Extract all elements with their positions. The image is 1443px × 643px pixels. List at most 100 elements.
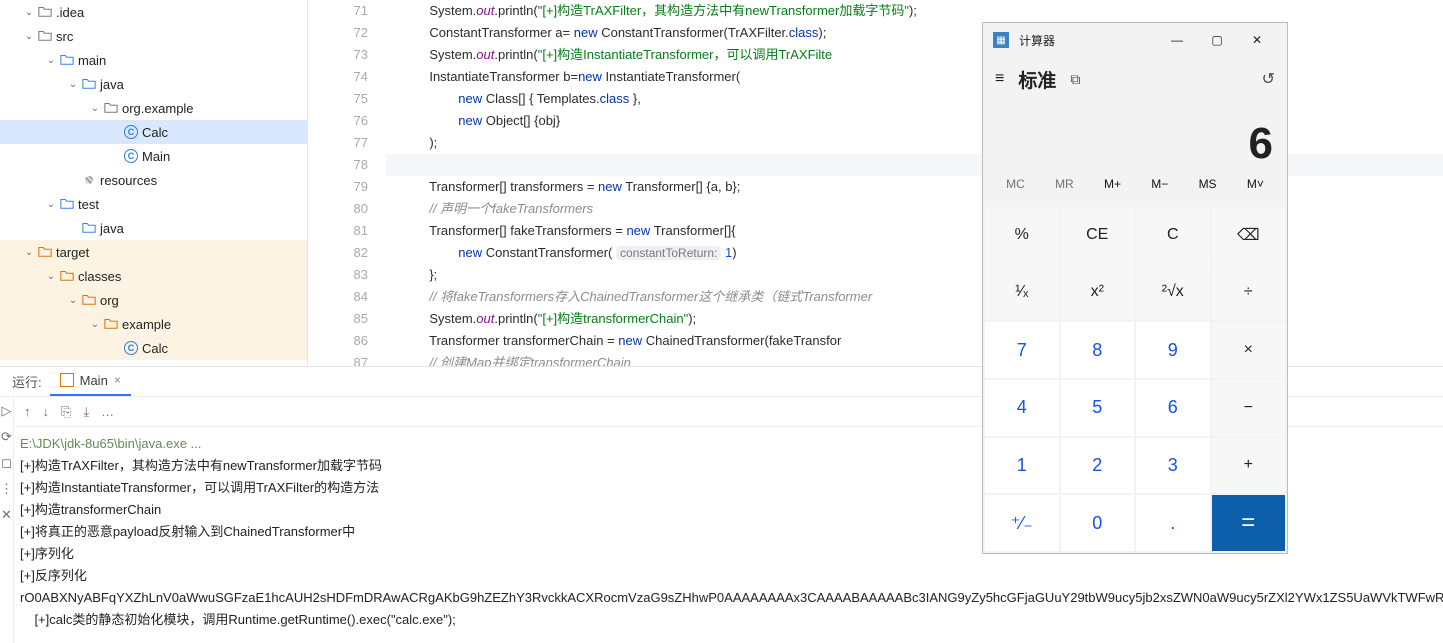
code-line-71[interactable]: System.out.println("[+]构造TrAXFilter，其构造方… xyxy=(386,0,1443,22)
close-button[interactable]: ✕ xyxy=(1237,25,1277,55)
chevron-icon[interactable]: ⌄ xyxy=(22,31,36,42)
tree-label: classes xyxy=(76,269,121,284)
calc-key-÷[interactable]: ÷ xyxy=(1212,265,1286,321)
calc-key-9[interactable]: 9 xyxy=(1136,322,1210,378)
keep-on-top-icon[interactable]: ⧉ xyxy=(1070,71,1080,88)
tool-strip-button[interactable]: ✕ xyxy=(1,507,12,523)
calc-key-3[interactable]: 3 xyxy=(1136,438,1210,494)
memory-m[interactable]: M˅ xyxy=(1247,177,1264,205)
tree-item-test[interactable]: ⌄ test xyxy=(0,192,307,216)
calc-key-%[interactable]: % xyxy=(985,207,1059,263)
tree-item-example[interactable]: ⌄ example xyxy=(0,312,307,336)
tool-strip-button[interactable]: ⟳ xyxy=(1,429,12,445)
class-icon: C xyxy=(124,341,138,355)
close-icon[interactable]: × xyxy=(114,373,121,387)
memory-m[interactable]: M+ xyxy=(1104,177,1121,205)
maximize-button[interactable]: ▢ xyxy=(1197,25,1237,55)
tab-label: Main xyxy=(80,373,108,388)
calc-key-C[interactable]: C xyxy=(1136,207,1210,263)
run-tab-main[interactable]: Main × xyxy=(50,367,131,397)
tree-label: Calc xyxy=(140,341,168,356)
chevron-icon[interactable]: ⌄ xyxy=(66,79,80,90)
memory-m[interactable]: M− xyxy=(1151,177,1168,205)
console-toolbar-button[interactable]: ↑ xyxy=(24,404,31,419)
memory-mr: MR xyxy=(1055,177,1074,205)
memory-ms[interactable]: MS xyxy=(1199,177,1217,205)
tree-item-main[interactable]: CMain xyxy=(0,144,307,168)
run-label: 运行: xyxy=(4,372,50,391)
project-tree: ⌄.idea⌄src⌄main⌄java⌄org.exampleCCalcCMa… xyxy=(0,0,308,366)
calc-key-×[interactable]: × xyxy=(1212,322,1286,378)
calc-key-⌫[interactable]: ⌫ xyxy=(1212,207,1286,263)
console-line: rO0ABXNyABFqYXZhLnV0aWwuSGFzaE1hcAUH2sHD… xyxy=(20,587,1443,609)
calculator-display: 6 xyxy=(983,101,1287,177)
tree-item-calc[interactable]: CCalc xyxy=(0,120,307,144)
tree-item-org[interactable]: ⌄org xyxy=(0,288,307,312)
calc-key-4[interactable]: 4 xyxy=(985,380,1059,436)
calculator-window: ▦ 计算器 — ▢ ✕ ≡ 标准 ⧉ ↺ 6 MCMRM+M−MSM˅ %CEC… xyxy=(982,22,1288,554)
tree-item-classes[interactable]: ⌄ classes xyxy=(0,264,307,288)
tool-strip-button[interactable]: ▷ xyxy=(2,403,12,419)
java-file-icon xyxy=(60,373,74,387)
tree-item-org-example[interactable]: ⌄org.example xyxy=(0,96,307,120)
calc-key-1[interactable]: 1 xyxy=(985,438,1059,494)
calc-key-⁺⁄₋[interactable]: ⁺⁄₋ xyxy=(985,495,1059,551)
chevron-icon[interactable]: ⌄ xyxy=(44,271,58,282)
tree-label: Calc xyxy=(140,125,168,140)
tree-item-calc[interactable]: CCalc xyxy=(0,336,307,360)
tree-item-java[interactable]: java xyxy=(0,216,307,240)
calc-key-−[interactable]: − xyxy=(1212,380,1286,436)
tree-label: test xyxy=(76,197,99,212)
console-line: [+]calc类的静态初始化模块，调用Runtime.getRuntime().… xyxy=(20,609,1443,631)
console-toolbar-button[interactable]: ⤓ xyxy=(83,404,89,420)
memory-row: MCMRM+M−MSM˅ xyxy=(983,177,1287,205)
tree-item-resources[interactable]: resources xyxy=(0,168,307,192)
calculator-titlebar[interactable]: ▦ 计算器 — ▢ ✕ xyxy=(983,23,1287,57)
tree-label: main xyxy=(76,53,106,68)
tree-item-src[interactable]: ⌄src xyxy=(0,24,307,48)
folder-icon xyxy=(82,76,96,93)
folder-icon xyxy=(104,316,118,333)
calc-key-2[interactable]: 2 xyxy=(1061,438,1135,494)
calc-key-5[interactable]: 5 xyxy=(1061,380,1135,436)
folder-icon xyxy=(60,268,74,285)
console-toolbar-button[interactable]: ↓ xyxy=(43,404,50,419)
tree-item-target[interactable]: ⌄target xyxy=(0,240,307,264)
calc-key-6[interactable]: 6 xyxy=(1136,380,1210,436)
chevron-icon[interactable]: ⌄ xyxy=(66,295,80,306)
tree-label: example xyxy=(120,317,171,332)
chevron-icon[interactable]: ⌄ xyxy=(44,199,58,210)
calc-key-=[interactable]: = xyxy=(1212,495,1286,551)
tree-label: Main xyxy=(140,149,170,164)
tool-strip-button[interactable]: ⋮ xyxy=(0,481,13,497)
chevron-icon[interactable]: ⌄ xyxy=(44,55,58,66)
folder-icon xyxy=(38,4,52,21)
tree-item--idea[interactable]: ⌄.idea xyxy=(0,0,307,24)
calc-key-.[interactable]: . xyxy=(1136,495,1210,551)
chevron-icon[interactable]: ⌄ xyxy=(88,319,102,330)
folder-icon xyxy=(104,100,118,117)
history-icon[interactable]: ↺ xyxy=(1262,69,1275,89)
console-toolbar-button[interactable]: … xyxy=(101,404,114,419)
calc-key-x²[interactable]: x² xyxy=(1061,265,1135,321)
calc-key-CE[interactable]: CE xyxy=(1061,207,1135,263)
hamburger-icon[interactable]: ≡ xyxy=(995,70,1004,88)
calc-key-¹⁄ₓ[interactable]: ¹⁄ₓ xyxy=(985,265,1059,321)
chevron-icon[interactable]: ⌄ xyxy=(88,103,102,114)
calc-key-+[interactable]: + xyxy=(1212,438,1286,494)
chevron-icon[interactable]: ⌄ xyxy=(22,7,36,18)
calc-key-8[interactable]: 8 xyxy=(1061,322,1135,378)
tree-label: java xyxy=(98,221,124,236)
tool-strip-button[interactable]: ◻ xyxy=(1,455,12,471)
tree-item-main[interactable]: ⌄ main xyxy=(0,48,307,72)
tool-strip: ▷ ⟳ ◻ ⋮ ✕ xyxy=(0,397,14,643)
console-toolbar-button[interactable]: ⎘ xyxy=(61,404,71,420)
calc-key-0[interactable]: 0 xyxy=(1061,495,1135,551)
resources-icon xyxy=(85,176,93,184)
folder-icon xyxy=(60,196,74,213)
chevron-icon[interactable]: ⌄ xyxy=(22,247,36,258)
minimize-button[interactable]: — xyxy=(1157,25,1197,55)
tree-item-java[interactable]: ⌄java xyxy=(0,72,307,96)
calc-key-7[interactable]: 7 xyxy=(985,322,1059,378)
calc-key-²√x[interactable]: ²√x xyxy=(1136,265,1210,321)
